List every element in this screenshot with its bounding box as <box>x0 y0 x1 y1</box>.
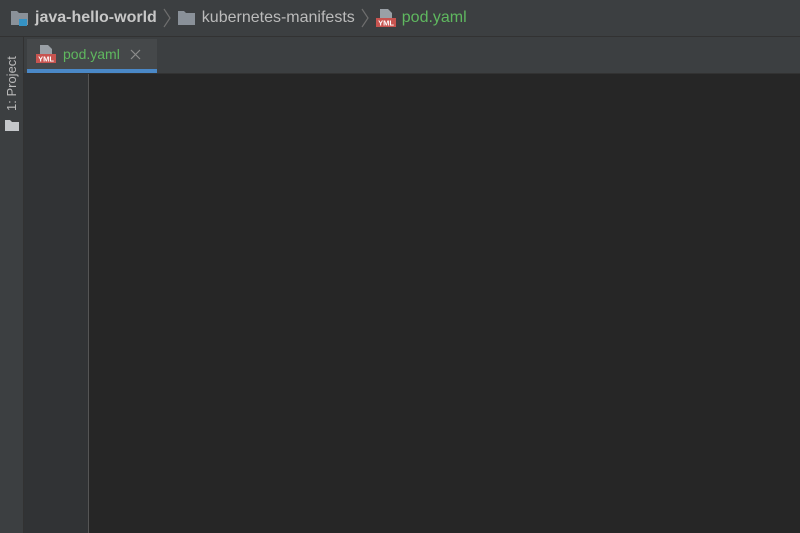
chevron-right-icon <box>361 0 369 37</box>
svg-text:YML: YML <box>38 55 54 64</box>
editor-gutter[interactable] <box>24 74 89 533</box>
folder-icon <box>4 119 20 137</box>
project-tool-button[interactable]: 1: Project <box>0 45 23 137</box>
breadcrumb-folder[interactable]: kubernetes-manifests <box>177 0 355 37</box>
editor-text-area[interactable] <box>90 74 800 533</box>
project-tool-label: 1: Project <box>4 56 19 111</box>
breadcrumb-folder-label: kubernetes-manifests <box>201 9 355 26</box>
yaml-file-icon: YML <box>375 8 397 28</box>
tab-pod-yaml[interactable]: YML pod.yaml <box>27 39 157 73</box>
close-icon[interactable] <box>130 49 141 60</box>
breadcrumb-project[interactable]: java-hello-world <box>10 0 157 37</box>
editor-tabs: YML pod.yaml <box>24 37 800 74</box>
breadcrumb: java-hello-world kubernetes-manifests YM… <box>0 0 800 37</box>
breadcrumb-file[interactable]: YML pod.yaml <box>375 0 467 37</box>
folder-icon <box>177 9 197 27</box>
breadcrumb-file-label: pod.yaml <box>401 9 467 26</box>
project-folder-icon <box>10 9 30 27</box>
tab-label: pod.yaml <box>63 46 120 62</box>
breadcrumb-project-label: java-hello-world <box>35 9 157 26</box>
ide-window: java-hello-world kubernetes-manifests YM… <box>0 0 800 533</box>
active-tab-indicator <box>27 69 157 73</box>
chevron-right-icon <box>163 0 171 37</box>
left-tool-stripe: 1: Project <box>0 37 24 533</box>
yaml-file-icon: YML <box>35 44 57 64</box>
svg-text:YML: YML <box>378 19 394 28</box>
